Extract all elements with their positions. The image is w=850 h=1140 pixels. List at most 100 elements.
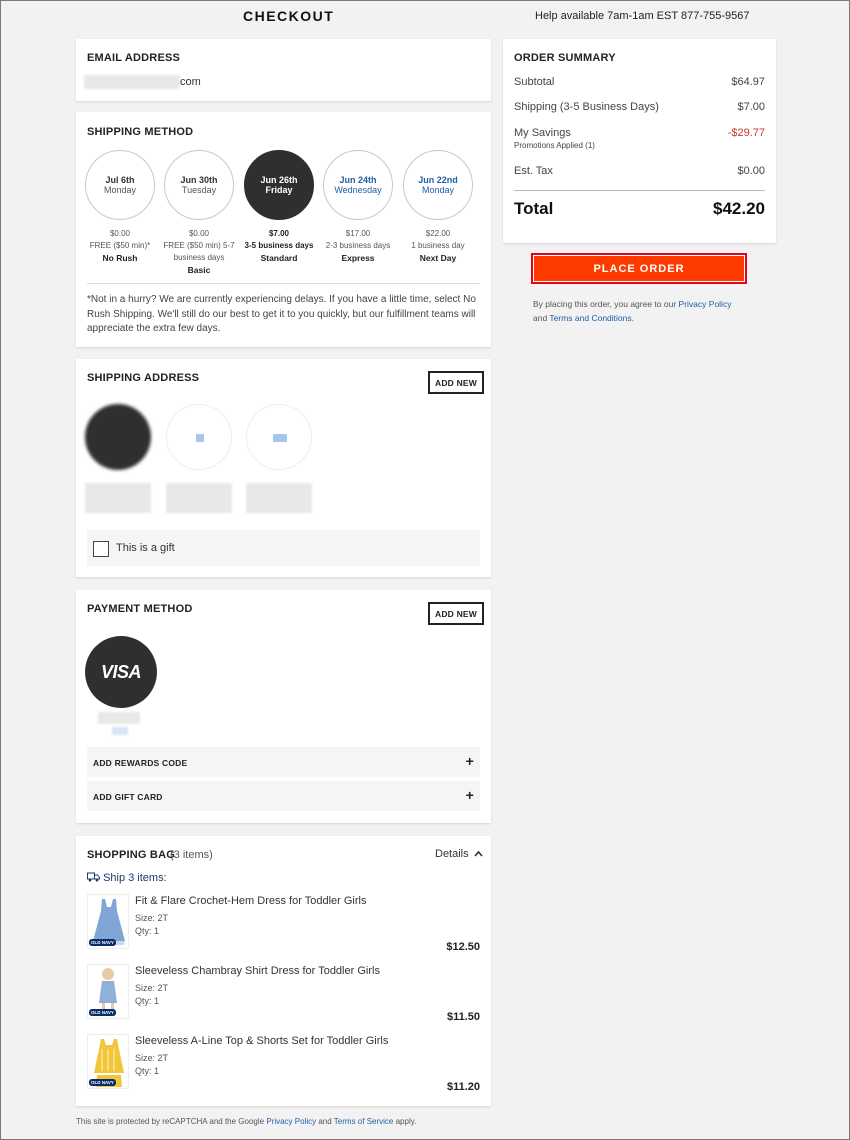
shipping-price: $17.00 [345, 229, 371, 238]
shipping-option-circle-selected[interactable]: Jun 26th Friday [244, 150, 314, 220]
total-value: $42.20 [713, 199, 765, 218]
help-hours: Help available 7am-1am EST [535, 10, 679, 22]
shipping-price: $0.00 [188, 229, 210, 238]
shipping-option-circle[interactable]: Jun 24th Wednesday [323, 150, 393, 220]
shipping-weekday: Monday [103, 185, 137, 195]
shipping-desc: 3-5 business days [244, 241, 314, 250]
item-price: $12.50 [446, 941, 480, 953]
shipping-option-express[interactable]: Jun 24th Wednesday $17.00 2-3 business d… [318, 150, 398, 265]
item-name[interactable]: Sleeveless Chambray Shirt Dress for Todd… [135, 965, 380, 977]
total-row: Total $42.20 [514, 199, 765, 219]
bag-item: OLD NAVY Sleeveless Chambray Shirt Dress… [87, 964, 480, 1024]
add-rewards-code-row[interactable]: ADD REWARDS CODE + [87, 747, 480, 777]
shipping-option-next-day[interactable]: Jun 22nd Monday $22.00 1 business day Ne… [398, 150, 478, 265]
shipping-note: *Not in a hurry? We are currently experi… [87, 294, 476, 334]
brand-badge: OLD NAVY [89, 1009, 116, 1016]
shopping-bag-title: SHOPPING BAG [87, 849, 175, 861]
shipping-option-standard[interactable]: Jun 26th Friday $7.00 3-5 business days … [239, 150, 319, 265]
shipping-value: $7.00 [737, 101, 765, 113]
address-option[interactable] [166, 404, 232, 470]
shipping-address-section: SHIPPING ADDRESS ADD NEW This is a gift [76, 359, 491, 577]
item-size: Size: 2T [135, 913, 169, 923]
shopping-bag-section: SHOPPING BAG (3 items) Details Ship 3 it… [76, 836, 491, 1106]
address-redacted [246, 483, 312, 513]
product-image[interactable]: OLD NAVY [87, 964, 129, 1019]
shipping-name: Next Day [419, 253, 457, 263]
plus-icon: + [465, 753, 474, 769]
shipping-date: Jun 30th [180, 175, 218, 185]
item-size: Size: 2T [135, 983, 169, 993]
place-order-button[interactable]: PLACE ORDER [531, 253, 747, 284]
address-redacted [166, 483, 232, 513]
details-label: Details [435, 848, 469, 860]
shipping-address-title: SHIPPING ADDRESS [87, 372, 200, 384]
item-qty: Qty: 1 [135, 996, 160, 1006]
ship-items-label: Ship 3 items: [103, 872, 167, 884]
add-new-address-button[interactable]: ADD NEW [428, 371, 485, 394]
google-privacy-link[interactable]: Privacy Policy [266, 1117, 316, 1126]
item-price: $11.20 [446, 1081, 480, 1093]
footer-pre: This site is protected by reCAPTCHA and … [76, 1117, 265, 1126]
subtotal-row: Subtotal $64.97 [514, 76, 765, 88]
shipping-option-basic[interactable]: Jun 30th Tuesday $0.00 FREE ($50 min) 5-… [159, 150, 239, 277]
shipping-name: Standard [260, 253, 298, 263]
email-redacted [84, 75, 180, 89]
shipping-weekday: Wednesday [334, 185, 382, 195]
visa-card-option[interactable]: VISA [85, 636, 157, 708]
legal-and: and [533, 313, 548, 323]
product-image[interactable]: OLD NAVY [87, 894, 129, 949]
shipping-label: Shipping (3-5 Business Days) [514, 101, 659, 113]
product-image[interactable]: OLD NAVY [87, 1034, 129, 1089]
address-option[interactable] [246, 404, 312, 470]
order-summary-title: ORDER SUMMARY [514, 52, 616, 64]
help-phone[interactable]: 877-755-9567 [681, 10, 750, 22]
email-title: EMAIL ADDRESS [87, 52, 181, 64]
email-value: com [180, 76, 201, 88]
terms-link[interactable]: Terms and Conditions [549, 313, 631, 323]
item-name[interactable]: Fit & Flare Crochet-Hem Dress for Toddle… [135, 895, 366, 907]
subtotal-value: $64.97 [731, 76, 765, 88]
item-qty: Qty: 1 [135, 926, 160, 936]
add-rewards-code-label: ADD REWARDS CODE [93, 758, 188, 768]
brand-badge: OLD NAVY [89, 1079, 116, 1086]
card-number-redacted [98, 712, 140, 724]
shipping-weekday: Monday [421, 185, 455, 195]
add-new-payment-button[interactable]: ADD NEW [428, 602, 485, 625]
card-expiry-redacted [112, 727, 128, 735]
gift-label[interactable]: This is a gift [116, 542, 175, 554]
item-name[interactable]: Sleeveless A-Line Top & Shorts Set for T… [135, 1035, 388, 1047]
payment-method-title: PAYMENT METHOD [87, 603, 193, 615]
promotions-applied[interactable]: Promotions Applied (1) [514, 141, 765, 150]
item-price: $11.50 [446, 1011, 480, 1023]
chevron-up-icon [474, 850, 483, 857]
order-summary-section: ORDER SUMMARY Subtotal $64.97 Shipping (… [503, 39, 776, 243]
address-option-selected[interactable] [85, 404, 151, 470]
shipping-name: No Rush [102, 253, 138, 263]
shipping-row: Shipping (3-5 Business Days) $7.00 [514, 101, 765, 113]
address-redacted [85, 483, 151, 513]
gift-checkbox[interactable] [93, 541, 109, 557]
email-section: EMAIL ADDRESS com [76, 39, 491, 101]
shipping-desc: 1 business day [411, 241, 465, 250]
shipping-desc: 2-3 business days [325, 241, 391, 250]
privacy-policy-link[interactable]: Privacy Policy [679, 299, 732, 309]
details-toggle[interactable]: Details [435, 848, 483, 860]
footer-end: apply. [395, 1117, 417, 1126]
divider [514, 190, 765, 191]
shipping-option-circle[interactable]: Jun 30th Tuesday [164, 150, 234, 220]
add-gift-card-row[interactable]: ADD GIFT CARD + [87, 781, 480, 811]
brand-badge: OLD NAVY [89, 939, 116, 946]
shipping-option-circle[interactable]: Jul 6th Monday [85, 150, 155, 220]
shipping-date: Jul 6th [105, 175, 135, 185]
shipping-name: Basic [187, 265, 211, 275]
shipping-name: Express [341, 253, 375, 263]
shipping-option-circle[interactable]: Jun 22nd Monday [403, 150, 473, 220]
savings-row: My Savings -$29.77 [514, 127, 765, 139]
shipping-option-no-rush[interactable]: Jul 6th Monday $0.00 FREE ($50 min)* No … [80, 150, 160, 265]
google-terms-link[interactable]: Terms of Service [334, 1117, 394, 1126]
tax-row: Est. Tax $0.00 [514, 165, 765, 177]
shipping-method-title: SHIPPING METHOD [87, 126, 194, 138]
bag-item: OLD NAVY Fit & Flare Crochet-Hem Dress f… [87, 894, 480, 954]
shipping-date: Jun 26th [260, 175, 298, 185]
total-label: Total [514, 199, 554, 218]
